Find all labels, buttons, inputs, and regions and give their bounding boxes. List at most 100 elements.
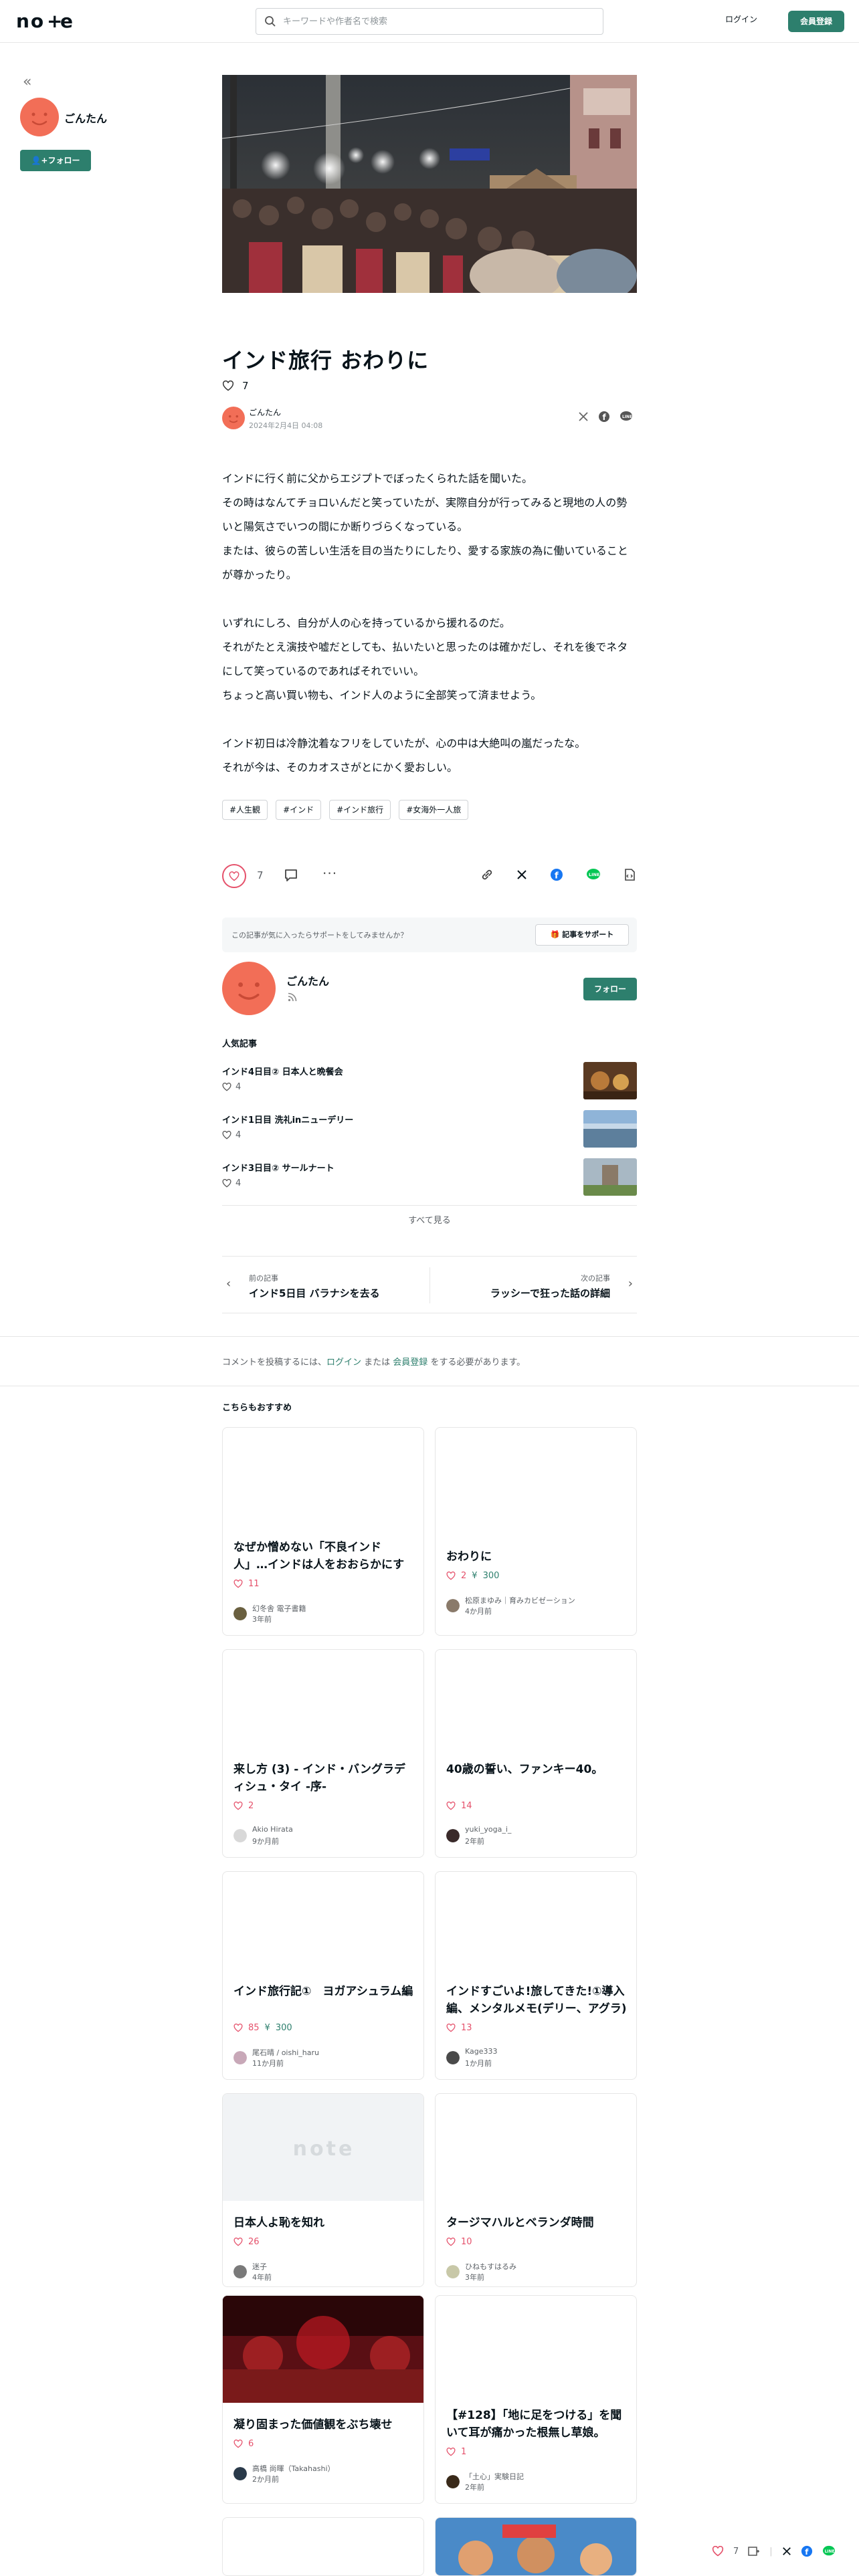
like-count: 10 bbox=[461, 2237, 472, 2247]
author-name[interactable]: ごんたん bbox=[64, 110, 107, 126]
follow-button[interactable]: 👤+フォロー bbox=[20, 150, 91, 171]
author-avatar-small[interactable] bbox=[222, 407, 245, 429]
comment-signup-link[interactable]: 会員登録 bbox=[393, 1358, 427, 1368]
facebook-share-icon[interactable]: f bbox=[550, 868, 563, 881]
recommend-card[interactable]: 【#128】「地に足をつける」を聞いて耳が痛かった根無し草娘。 1 「土心」実験日記… bbox=[435, 2295, 637, 2504]
like-count: 26 bbox=[248, 2237, 260, 2247]
recommend-card-author[interactable]: 尾石晴 / oishi_haru bbox=[252, 2047, 413, 2058]
recommend-card-author[interactable]: 幻冬舎 電子書籍 bbox=[252, 1603, 413, 1614]
recommend-card[interactable]: タージマハルとベランダ時間 10 ひねもすはるみ 3年前 bbox=[435, 2093, 637, 2287]
recommend-card[interactable]: 凝り固まった価値観をぶち壊せ 6 高橋 尚暉（Takahashi） 2か月前 bbox=[222, 2295, 424, 2504]
recommend-card[interactable]: note 日本人よ恥を知れ 26 迷子 4年前 bbox=[222, 2093, 424, 2287]
recommend-card-author-avatar[interactable] bbox=[446, 2475, 460, 2488]
recommend-card-stats: 11 bbox=[233, 1579, 260, 1589]
note-logo[interactable]: no + e bbox=[16, 9, 80, 32]
heart-icon bbox=[233, 2238, 243, 2246]
divider: | bbox=[769, 2546, 773, 2557]
recommend-card-author-avatar[interactable] bbox=[446, 1829, 460, 1842]
recommend-card[interactable]: 40歳の誓い、ファンキー40。 14 yuki_yoga_i_ 2年前 bbox=[435, 1649, 637, 1858]
search-input[interactable] bbox=[283, 14, 591, 29]
author-avatar[interactable] bbox=[20, 98, 59, 136]
popular-item[interactable]: インド4日目② 日本人と晩餐会 4 bbox=[222, 1062, 637, 1099]
line-share-icon[interactable]: LINE bbox=[619, 411, 633, 423]
like-button[interactable] bbox=[222, 864, 246, 888]
hashtag[interactable]: #インド旅行 bbox=[329, 800, 391, 820]
signup-button[interactable]: 会員登録 bbox=[788, 11, 844, 32]
recommend-card[interactable]: 来し方 (3) - インド・バングラディシュ・タイ -序- 2 Akio Hirat… bbox=[222, 1649, 424, 1858]
recommend-card-author[interactable]: 高橋 尚暉（Takahashi） bbox=[252, 2463, 413, 2474]
hashtag[interactable]: #女海外一人旅 bbox=[399, 800, 469, 820]
heart-icon[interactable] bbox=[712, 2546, 724, 2557]
creator-name[interactable]: ごんたん bbox=[286, 972, 329, 988]
creator-follow-button[interactable]: フォロー bbox=[583, 978, 637, 1000]
chevron-left-icon[interactable]: ‹ bbox=[226, 1277, 231, 1291]
recommend-card-author[interactable]: 「土心」実験日記 bbox=[465, 2471, 626, 2482]
creator-avatar[interactable] bbox=[222, 962, 276, 1015]
article-likes[interactable]: 7 bbox=[222, 380, 249, 392]
recommend-card-author-avatar[interactable] bbox=[446, 2265, 460, 2278]
svg-text:f: f bbox=[603, 413, 607, 422]
line-share-icon[interactable]: LINE bbox=[586, 868, 601, 881]
recommend-card-image: note bbox=[223, 2094, 423, 2201]
hashtag[interactable]: #人生観 bbox=[222, 800, 268, 820]
recommend-card[interactable]: インド旅行記① ヨガアシュラム編 85 ¥300 尾石晴 / oishi_haru 11… bbox=[222, 1871, 424, 2080]
see-all-link[interactable]: すべて見る bbox=[222, 1213, 637, 1226]
support-button[interactable]: 🎁 記事をサポート bbox=[535, 924, 629, 946]
more-icon[interactable]: ··· bbox=[322, 865, 337, 881]
recommend-card-author-avatar[interactable] bbox=[446, 2051, 460, 2064]
support-box: この記事が気に入ったらサポートをしてみませんか？ 🎁 記事をサポート bbox=[222, 918, 637, 952]
embed-icon[interactable] bbox=[624, 868, 636, 881]
recommend-card-author-avatar[interactable] bbox=[233, 2051, 247, 2064]
svg-text:note: note bbox=[293, 2137, 355, 2161]
collapse-sidebar-icon[interactable]: « bbox=[23, 74, 31, 90]
heart-icon bbox=[446, 2024, 456, 2032]
heart-icon bbox=[233, 2440, 243, 2448]
recommend-card-date: 3年前 bbox=[252, 1615, 272, 1624]
recommend-card-title: タージマハルとベランダ時間 bbox=[446, 2216, 594, 2230]
line-share-icon[interactable]: LINE bbox=[822, 2545, 836, 2557]
prev-article-label: 前の記事 bbox=[249, 1274, 278, 1283]
rss-icon[interactable] bbox=[288, 992, 297, 1002]
chevron-right-icon[interactable]: › bbox=[628, 1277, 633, 1291]
x-share-icon[interactable] bbox=[578, 411, 589, 422]
recommend-card-author[interactable]: 迷子 bbox=[252, 2261, 413, 2272]
login-link[interactable]: ログイン bbox=[725, 13, 757, 25]
heart-icon bbox=[446, 2238, 456, 2246]
x-share-icon[interactable] bbox=[516, 869, 527, 880]
popular-item[interactable]: インド3日目② サールナート 4 bbox=[222, 1158, 637, 1196]
link-icon[interactable] bbox=[480, 868, 494, 881]
comment-icon[interactable] bbox=[284, 868, 298, 883]
x-share-icon[interactable] bbox=[782, 2547, 791, 2556]
popular-item-title: インド4日目② 日本人と晩餐会 bbox=[222, 1067, 343, 1077]
popular-item[interactable]: インド1日目 洗礼inニューデリー 4 bbox=[222, 1110, 637, 1148]
facebook-share-icon[interactable]: f bbox=[598, 411, 610, 423]
recommend-card-author[interactable]: yuki_yoga_i_ bbox=[465, 1825, 626, 1834]
recommend-card-author[interactable]: ひねもすはるみ bbox=[465, 2261, 626, 2272]
recommend-card-author-avatar[interactable] bbox=[233, 2467, 247, 2480]
recommend-card-author[interactable]: Akio Hirata bbox=[252, 1825, 413, 1834]
recommend-card[interactable]: インドすごいよ!旅してきた!①導入編、メンタルメモ(デリー、アグラ) 13 Kage… bbox=[435, 1871, 637, 2080]
author-name-small[interactable]: ごんたん bbox=[249, 407, 281, 418]
recommend-card[interactable]: おわりに 2 ¥300 松原まゆみ｜育みカビゼーション 4か月前 bbox=[435, 1427, 637, 1636]
recommend-card-date: 11か月前 bbox=[252, 2059, 284, 2068]
hashtag[interactable]: #インド bbox=[276, 800, 322, 820]
recommend-card-author[interactable]: 松原まゆみ｜育みカビゼーション bbox=[465, 1595, 626, 1606]
popular-item-likes: 4 bbox=[222, 1178, 241, 1188]
prev-article-link[interactable]: インド5日目 バラナシを去る bbox=[249, 1286, 380, 1300]
popular-heading: 人気記事 bbox=[222, 1039, 258, 1049]
article-action-bar: 7 ··· f LINE bbox=[222, 863, 637, 889]
recommend-card-author[interactable]: Kage333 bbox=[465, 2047, 626, 2056]
search-box[interactable] bbox=[256, 8, 603, 35]
recommend-card-author-avatar[interactable] bbox=[446, 1599, 460, 1612]
recommend-card-author-avatar[interactable] bbox=[233, 2265, 247, 2278]
recommend-card-date: 2年前 bbox=[465, 1837, 484, 1846]
recommend-card[interactable] bbox=[222, 2517, 424, 2576]
recommend-card-author-avatar[interactable] bbox=[233, 1607, 247, 1620]
magazine-icon[interactable] bbox=[748, 2546, 760, 2557]
next-article-link[interactable]: ラッシーで狂った話の詳細 bbox=[490, 1286, 610, 1300]
recommend-card[interactable] bbox=[435, 2517, 637, 2576]
recommend-card[interactable]: なぜか憎めない「不良インド人」…インドは人をおおらかにする 11 幻冬舎 電子書籍3… bbox=[222, 1427, 424, 1636]
facebook-share-icon[interactable]: f bbox=[801, 2545, 813, 2557]
recommend-card-author-avatar[interactable] bbox=[233, 1829, 247, 1842]
comment-login-link[interactable]: ログイン bbox=[326, 1358, 361, 1368]
